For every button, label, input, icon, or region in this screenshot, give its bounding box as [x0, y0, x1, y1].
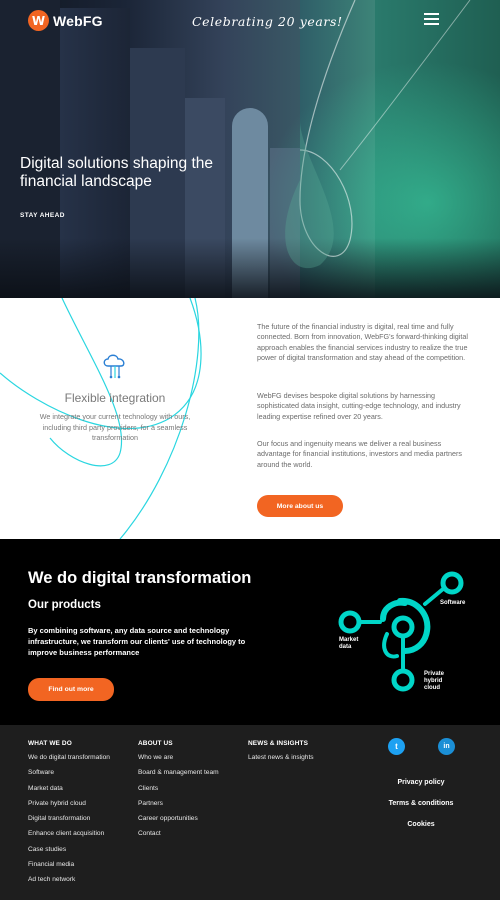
- footer-link[interactable]: Market data: [28, 784, 110, 799]
- market-data-label-line: data: [339, 644, 352, 650]
- hamburger-icon[interactable]: [424, 13, 439, 25]
- section-title: We do digital transformation: [28, 569, 252, 587]
- menu-line: [424, 23, 439, 25]
- footer-link[interactable]: We do digital transformation: [28, 753, 110, 768]
- menu-line: [424, 13, 439, 15]
- anniversary-tagline: Celebrating 20 years!: [192, 14, 343, 29]
- section-subtitle: Our products: [28, 599, 101, 611]
- hero-subtitle: STAY AHEAD: [20, 212, 65, 219]
- footer-heading: NEWS & INSIGHTS: [248, 740, 309, 747]
- linkedin-icon[interactable]: in: [438, 738, 455, 755]
- footer-column-what-we-do: WHAT WE DO We do digital transformation …: [28, 740, 110, 891]
- footer-link[interactable]: Digital transformation: [28, 814, 110, 829]
- footer-link[interactable]: Partners: [138, 799, 219, 814]
- footer-link[interactable]: Software: [28, 768, 110, 783]
- software-node-icon: [440, 571, 464, 595]
- footer-link[interactable]: Ad tech network: [28, 875, 110, 890]
- hero-curve-lines: [285, 0, 471, 269]
- menu-line: [424, 18, 439, 20]
- market-data-label-line: Market: [339, 637, 359, 643]
- product-network-diagram: [338, 571, 464, 692]
- brand-logo[interactable]: W WebFG: [28, 10, 103, 31]
- intro-section: Flexible integration We integrate your c…: [0, 298, 500, 539]
- products-section: We do digital transformation Our product…: [0, 539, 500, 725]
- site-footer: WHAT WE DO We do digital transformation …: [0, 725, 500, 900]
- private-cloud-label-line: Private: [424, 671, 445, 677]
- feature-title: Flexible integration: [64, 391, 166, 405]
- footer-link[interactable]: Enhance client acquisition: [28, 829, 110, 844]
- cookies-link[interactable]: Cookies: [375, 821, 467, 828]
- footer-column-news: NEWS & INSIGHTS Latest news & insights: [248, 740, 314, 768]
- footer-link[interactable]: Case studies: [28, 845, 110, 860]
- products-description: By combining software, any data source a…: [28, 626, 246, 657]
- private-cloud-label: Private hybrid cloud: [424, 671, 444, 692]
- footer-link[interactable]: Latest news & insights: [248, 753, 314, 768]
- private-cloud-label-line: cloud: [424, 685, 440, 691]
- footer-column-about-us: ABOUT US Who we are Board & management t…: [138, 740, 219, 845]
- find-out-more-button[interactable]: Find out more: [28, 678, 114, 701]
- privacy-policy-link[interactable]: Privacy policy: [375, 779, 467, 786]
- hero-banner: W WebFG Celebrating 20 years! Digital so…: [0, 0, 500, 298]
- cloud-network-icon: [103, 354, 125, 379]
- hero-title: Digital solutions shaping the financial …: [20, 155, 214, 190]
- footer-link[interactable]: Private hybrid cloud: [28, 799, 110, 814]
- intro-paragraph-2: WebFG devises bespoke digital solutions …: [257, 391, 461, 421]
- more-about-us-button[interactable]: More about us: [257, 495, 343, 517]
- footer-link[interactable]: Career opportunities: [138, 814, 219, 829]
- footer-link[interactable]: Financial media: [28, 860, 110, 875]
- market-data-label: Market data: [339, 637, 358, 651]
- footer-heading: ABOUT US: [138, 740, 173, 747]
- footer-link[interactable]: Clients: [138, 784, 219, 799]
- terms-link[interactable]: Terms & conditions: [375, 800, 467, 807]
- software-label: Software: [440, 600, 466, 606]
- intro-paragraph-3: Our focus and ingenuity means we deliver…: [257, 439, 462, 469]
- footer-link[interactable]: Board & management team: [138, 768, 219, 783]
- private-cloud-node-icon: [391, 668, 415, 692]
- footer-link[interactable]: Contact: [138, 829, 219, 844]
- footer-link[interactable]: Who we are: [138, 753, 219, 768]
- brand-name: WebFG: [53, 12, 103, 29]
- intro-paragraph-1: The future of the financial industry is …: [257, 322, 468, 363]
- private-cloud-label-line: hybrid: [424, 678, 443, 684]
- footer-heading: WHAT WE DO: [28, 740, 72, 747]
- twitter-icon[interactable]: t: [388, 738, 405, 755]
- feature-description: We integrate your current technology wit…: [39, 412, 191, 442]
- logo-mark-icon: W: [28, 10, 49, 31]
- market-data-node-icon: [338, 610, 362, 634]
